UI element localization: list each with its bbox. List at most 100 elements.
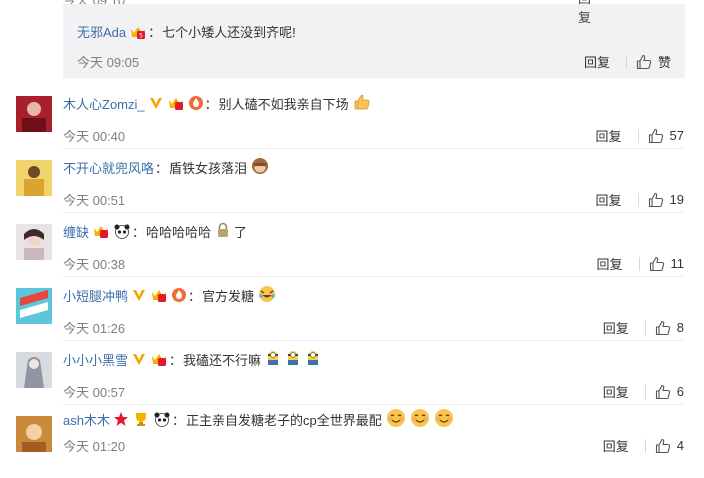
- comment-text: 我磕还不行嘛: [183, 352, 262, 368]
- like-button[interactable]: 赞: [636, 52, 671, 71]
- thumbs-up-icon: [649, 256, 664, 271]
- thumbs-up-icon: [648, 192, 663, 207]
- comment-username[interactable]: 缠缺: [63, 222, 89, 241]
- reply-button[interactable]: 回复: [584, 52, 610, 71]
- action-divider: [644, 384, 646, 399]
- crown-badge-icon[interactable]: [92, 223, 110, 239]
- action-divider: [637, 128, 639, 143]
- thumbs-up-emoji-icon: [353, 93, 371, 114]
- smile-emoji-icon: [410, 408, 430, 431]
- reply-button[interactable]: 回复: [596, 190, 622, 209]
- comment-username[interactable]: 不开心就兜风咯: [63, 158, 154, 177]
- avatar[interactable]: [16, 352, 52, 388]
- comment-text: 别人磕不如我亲自下场: [218, 96, 349, 112]
- avatar[interactable]: [16, 416, 52, 452]
- flame-badge-icon[interactable]: [171, 287, 187, 303]
- avatar[interactable]: [16, 96, 52, 132]
- comment-colon: ：: [188, 288, 202, 304]
- trophy-badge-icon[interactable]: [132, 411, 150, 427]
- action-divider: [638, 256, 640, 271]
- divider: [63, 212, 684, 213]
- panda-badge-icon[interactable]: [153, 411, 171, 427]
- reply-colon: ：: [148, 25, 162, 40]
- comment-colon: ：: [204, 96, 218, 112]
- reply-username[interactable]: 无邪Ada: [77, 22, 126, 41]
- divider: [63, 404, 684, 405]
- like-count: 57: [669, 128, 684, 143]
- red-star-icon[interactable]: [113, 411, 129, 427]
- reply-button[interactable]: 回复: [603, 382, 629, 401]
- like-count: 8: [676, 320, 684, 335]
- comment-time: 今天 01:26: [63, 321, 126, 336]
- avatar[interactable]: [16, 224, 52, 260]
- comment-time: 今天 01:20: [63, 439, 126, 454]
- comment-time: 今天 00:38: [63, 257, 126, 272]
- avatar[interactable]: [16, 288, 52, 324]
- clipped-reply-button[interactable]: 回复: [578, 0, 591, 26]
- comment-colon: ：: [155, 160, 169, 176]
- comment-text: 官方发糖: [202, 288, 255, 304]
- comment-text: 正主亲自发糖老子的cp全世界最配: [185, 412, 382, 428]
- divider: [63, 340, 684, 341]
- comment-time: 今天 00:57: [63, 385, 126, 400]
- crown-badge-icon[interactable]: [150, 287, 168, 303]
- comment-text: 盾铁女孩落泪: [169, 160, 248, 176]
- comment-text-suffix: 了: [234, 224, 248, 240]
- vip-v-icon[interactable]: [131, 351, 147, 367]
- action-divider: [625, 54, 627, 69]
- minion-emoji-icon: [265, 349, 281, 370]
- lock-emoji-icon: [215, 222, 231, 241]
- avatar[interactable]: [16, 160, 52, 196]
- divider: [63, 148, 684, 149]
- divider: [63, 276, 684, 277]
- crown-badge-icon[interactable]: 5: [129, 24, 147, 40]
- vip-v-icon[interactable]: [148, 95, 164, 111]
- flame-badge-icon[interactable]: [188, 95, 204, 111]
- like-button[interactable]: 4: [655, 438, 684, 454]
- action-divider: [644, 320, 646, 335]
- like-count: 6: [676, 384, 684, 399]
- minion-emoji-icon: [305, 349, 321, 370]
- comment-colon: ：: [132, 224, 146, 240]
- minion-emoji-icon: [285, 349, 301, 370]
- like-label: 赞: [657, 55, 671, 70]
- comment-username[interactable]: 小短腿冲鸭: [63, 286, 128, 305]
- thumbs-up-icon: [648, 128, 663, 143]
- comment-colon: ：: [171, 412, 185, 428]
- panda-badge-icon[interactable]: [113, 223, 131, 239]
- like-button[interactable]: 6: [655, 384, 684, 400]
- comment-username[interactable]: 小小小黑雪: [63, 350, 128, 369]
- sub-reply-box: 回复 无邪Ada 5 ： 七个小矮人还没到齐呢! 今天 09:05 回复 赞: [63, 0, 685, 78]
- crown-badge-icon[interactable]: [167, 95, 185, 111]
- monkey-emoji-icon: [251, 157, 269, 178]
- thumbs-up-icon: [655, 320, 670, 335]
- comment-colon: ：: [169, 352, 183, 368]
- laugh-cry-emoji-icon: [258, 285, 276, 306]
- like-button[interactable]: 19: [648, 192, 684, 208]
- reply-button[interactable]: 回复: [596, 254, 622, 273]
- like-count: 19: [669, 192, 684, 207]
- action-divider: [644, 438, 646, 453]
- like-count: 11: [670, 256, 685, 271]
- comment-time: 今天 00:51: [63, 193, 126, 208]
- reply-button[interactable]: 回复: [603, 436, 629, 455]
- thumbs-up-icon: [636, 54, 652, 69]
- like-button[interactable]: 11: [649, 256, 685, 272]
- reply-time: 今天 09:05: [77, 55, 140, 70]
- reply-actions: 回复 赞: [584, 52, 671, 71]
- like-button[interactable]: 8: [655, 320, 684, 336]
- svg-text:5: 5: [139, 32, 143, 39]
- comment-username[interactable]: 木人心Zomzi_: [63, 94, 145, 113]
- crown-badge-icon[interactable]: [150, 351, 168, 367]
- reply-button[interactable]: 回复: [596, 126, 622, 145]
- reply-button[interactable]: 回复: [603, 318, 629, 337]
- reply-text: 七个小矮人还没到齐呢!: [162, 25, 296, 40]
- smile-emoji-icon: [434, 408, 454, 431]
- comment-time: 今天 00:40: [63, 129, 126, 144]
- smile-emoji-icon: [386, 408, 406, 431]
- like-button[interactable]: 57: [648, 128, 684, 144]
- vip-v-icon[interactable]: [131, 287, 147, 303]
- comment-item: ash木木 ： 正主亲自发糖老子的cp全世界最配 今天 01:20 回复 4: [0, 408, 704, 478]
- thumbs-up-icon: [655, 438, 670, 453]
- comment-username[interactable]: ash木木: [63, 410, 110, 429]
